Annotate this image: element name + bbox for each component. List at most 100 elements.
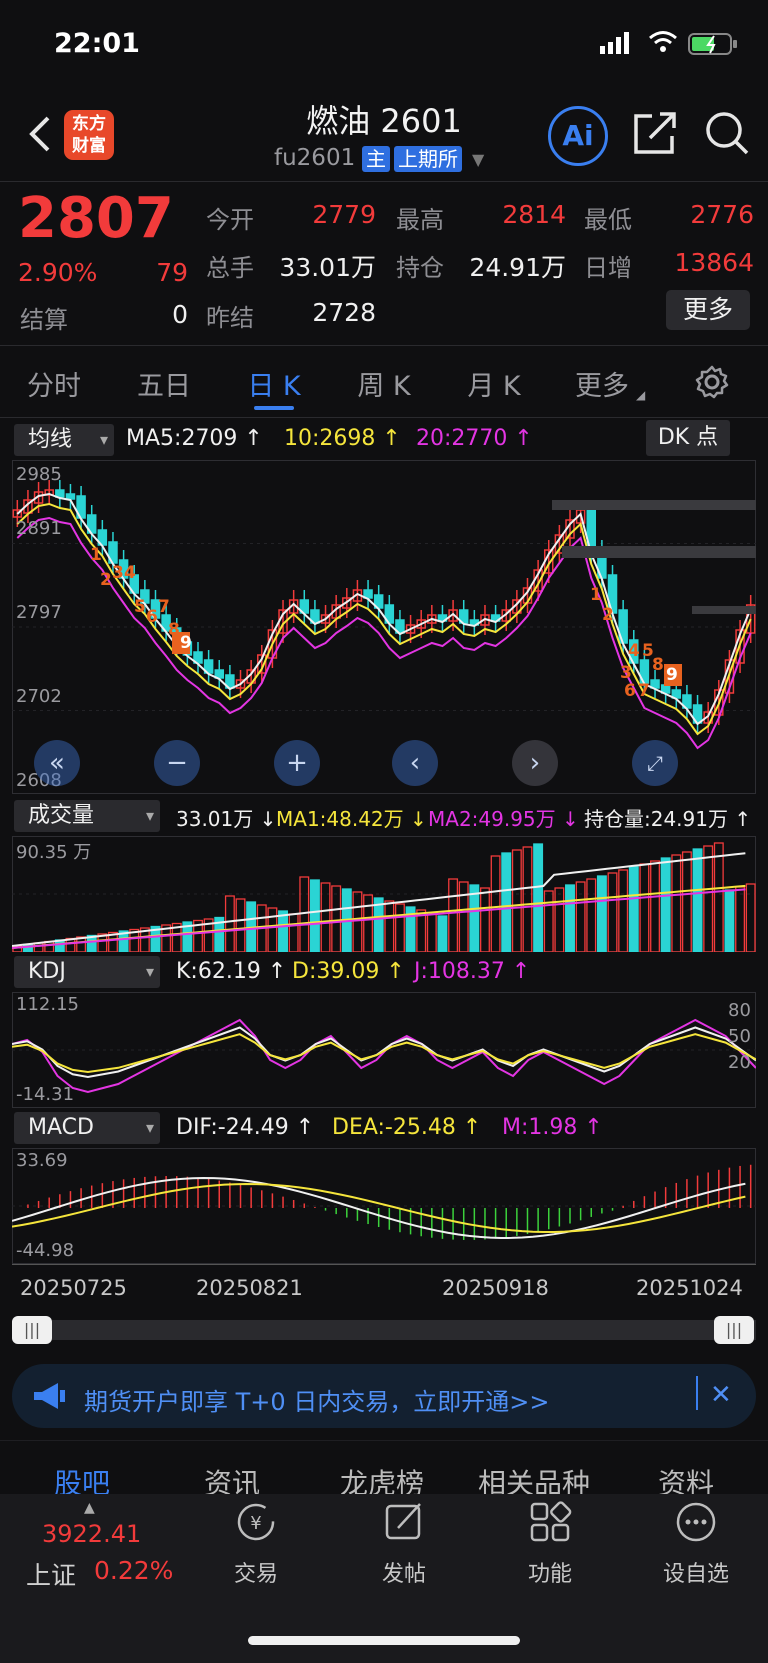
td-count-label: 2	[100, 570, 112, 590]
bottom-tabs-divider	[0, 1440, 768, 1441]
tab-weekly-k[interactable]: 周 K	[344, 364, 424, 403]
low-label: 最低	[584, 206, 632, 234]
dk-point-button[interactable]: DK 点	[646, 420, 730, 456]
header-divider	[0, 181, 768, 182]
ai-icon[interactable]: Ai	[548, 106, 608, 166]
candle-body	[65, 493, 76, 500]
ma-select[interactable]: 均线	[14, 424, 114, 456]
index-name[interactable]: 上证	[26, 1556, 76, 1592]
trade-icon[interactable]: ¥	[234, 1500, 278, 1548]
volume-bar	[394, 903, 405, 952]
quote-divider	[0, 345, 768, 346]
tab-more[interactable]: 更多	[562, 364, 642, 403]
td-count-label: 2	[602, 605, 614, 625]
post-icon[interactable]	[382, 1500, 426, 1548]
volume-bar	[565, 884, 575, 952]
index-pct[interactable]: 0.22%	[94, 1556, 173, 1585]
volume-bar	[522, 846, 533, 952]
exchange-tag[interactable]: 上期所	[394, 146, 462, 172]
volume-bar	[554, 887, 565, 952]
settings-gear-icon[interactable]	[694, 364, 730, 404]
contract-dropdown-icon[interactable]: ▼	[472, 150, 484, 169]
volume-bar	[735, 886, 746, 952]
functions-icon[interactable]	[528, 1500, 572, 1548]
wifi-icon	[648, 30, 678, 58]
scroll-left-icon[interactable]: ‹	[392, 740, 438, 786]
change-value: 79	[156, 258, 188, 287]
search-icon[interactable]	[704, 110, 750, 160]
volume-bar	[309, 879, 320, 952]
tab-five-day[interactable]: 五日	[124, 364, 204, 403]
tab-monthly-k[interactable]: 月 K	[454, 364, 534, 403]
macd-m: M:1.98 ↑	[502, 1115, 603, 1140]
tab-more-caret-icon: ◢	[636, 388, 646, 402]
settle-label: 结算	[20, 306, 68, 334]
scroll-left-fast-icon[interactable]: «	[34, 740, 80, 786]
home-indicator	[248, 1636, 520, 1645]
volume-bar	[224, 895, 235, 952]
promo-text[interactable]: 期货开户即享 T+0 日内交易，立即开通>>	[84, 1382, 550, 1417]
volume-bar	[575, 881, 586, 952]
watchlist-icon[interactable]	[674, 1500, 718, 1548]
td-count-label: 8	[652, 655, 664, 675]
svg-text:¥: ¥	[250, 1513, 261, 1534]
volume-ma1: MA1:48.42万 ↓	[276, 807, 427, 831]
date-label-3: 20250918	[442, 1276, 549, 1300]
volume-bar	[490, 855, 501, 952]
macd-chart	[12, 1148, 756, 1264]
volume-bar	[511, 849, 522, 952]
index-value[interactable]: 3922.41	[42, 1520, 141, 1548]
td-count-label: 5	[134, 597, 146, 617]
volume-bar	[299, 876, 310, 952]
tab-intraday[interactable]: 分时	[14, 364, 94, 403]
kdj-y-top: 112.15	[16, 994, 79, 1015]
date-axis-line	[12, 1264, 756, 1265]
volume-bar	[703, 845, 714, 952]
open-label: 今开	[206, 206, 254, 234]
zoom-out-icon[interactable]: −	[154, 740, 200, 786]
kdj-level-80: 80	[728, 1000, 751, 1021]
scroll-right-icon[interactable]: ›	[512, 740, 558, 786]
fullscreen-icon[interactable]: ⤢	[632, 740, 678, 786]
volume-bar	[628, 866, 639, 952]
megaphone-icon	[32, 1380, 68, 1416]
more-button[interactable]: 更多	[666, 290, 750, 330]
post-label[interactable]: 发帖	[364, 1556, 444, 1588]
functions-label[interactable]: 功能	[510, 1556, 590, 1588]
tab-daily-k[interactable]: 日 K	[234, 364, 314, 403]
kdj-y-bottom: -14.31	[16, 1084, 75, 1105]
open-interest: 持仓量:24.91万 ↑	[584, 807, 752, 831]
trade-label[interactable]: 交易	[216, 1556, 296, 1588]
low-value: 2776	[690, 200, 754, 229]
signal-icon	[600, 32, 634, 58]
y-label-2: 2891	[16, 518, 62, 539]
kdj-j: J:108.37 ↑	[414, 959, 531, 984]
volume-bar	[596, 875, 607, 952]
td-count-label: 4	[628, 641, 640, 661]
volume-bar	[288, 913, 299, 952]
td-count-label: 4	[124, 563, 136, 583]
kdj-d: D:39.09 ↑	[292, 959, 405, 984]
share-icon[interactable]	[632, 110, 678, 160]
volume-select[interactable]: 成交量	[14, 800, 160, 832]
range-slider-right-handle[interactable]: |||	[714, 1316, 754, 1344]
volume-bar	[235, 898, 246, 952]
range-slider-track[interactable]	[12, 1320, 756, 1340]
date-label-2: 20250821	[196, 1276, 303, 1300]
td-count-label: 9	[666, 665, 678, 685]
watchlist-label[interactable]: 设自选	[648, 1556, 744, 1588]
volume-bar	[713, 842, 724, 952]
range-slider-left-handle[interactable]: |||	[12, 1316, 52, 1344]
macd-select[interactable]: MACD	[14, 1112, 160, 1144]
zoom-in-icon[interactable]: +	[274, 740, 320, 786]
kdj-k: K:62.19 ↑	[176, 959, 287, 984]
oi-label: 持仓	[396, 254, 444, 282]
close-icon[interactable]: ✕	[710, 1380, 732, 1410]
volume-bar	[320, 882, 331, 952]
tabs-divider	[0, 417, 768, 418]
volume-bar	[618, 869, 629, 952]
status-time: 22:01	[54, 28, 140, 59]
td-count-label: 6	[624, 681, 636, 701]
kdj-select[interactable]: KDJ	[14, 956, 160, 988]
volume-bar	[458, 881, 469, 952]
